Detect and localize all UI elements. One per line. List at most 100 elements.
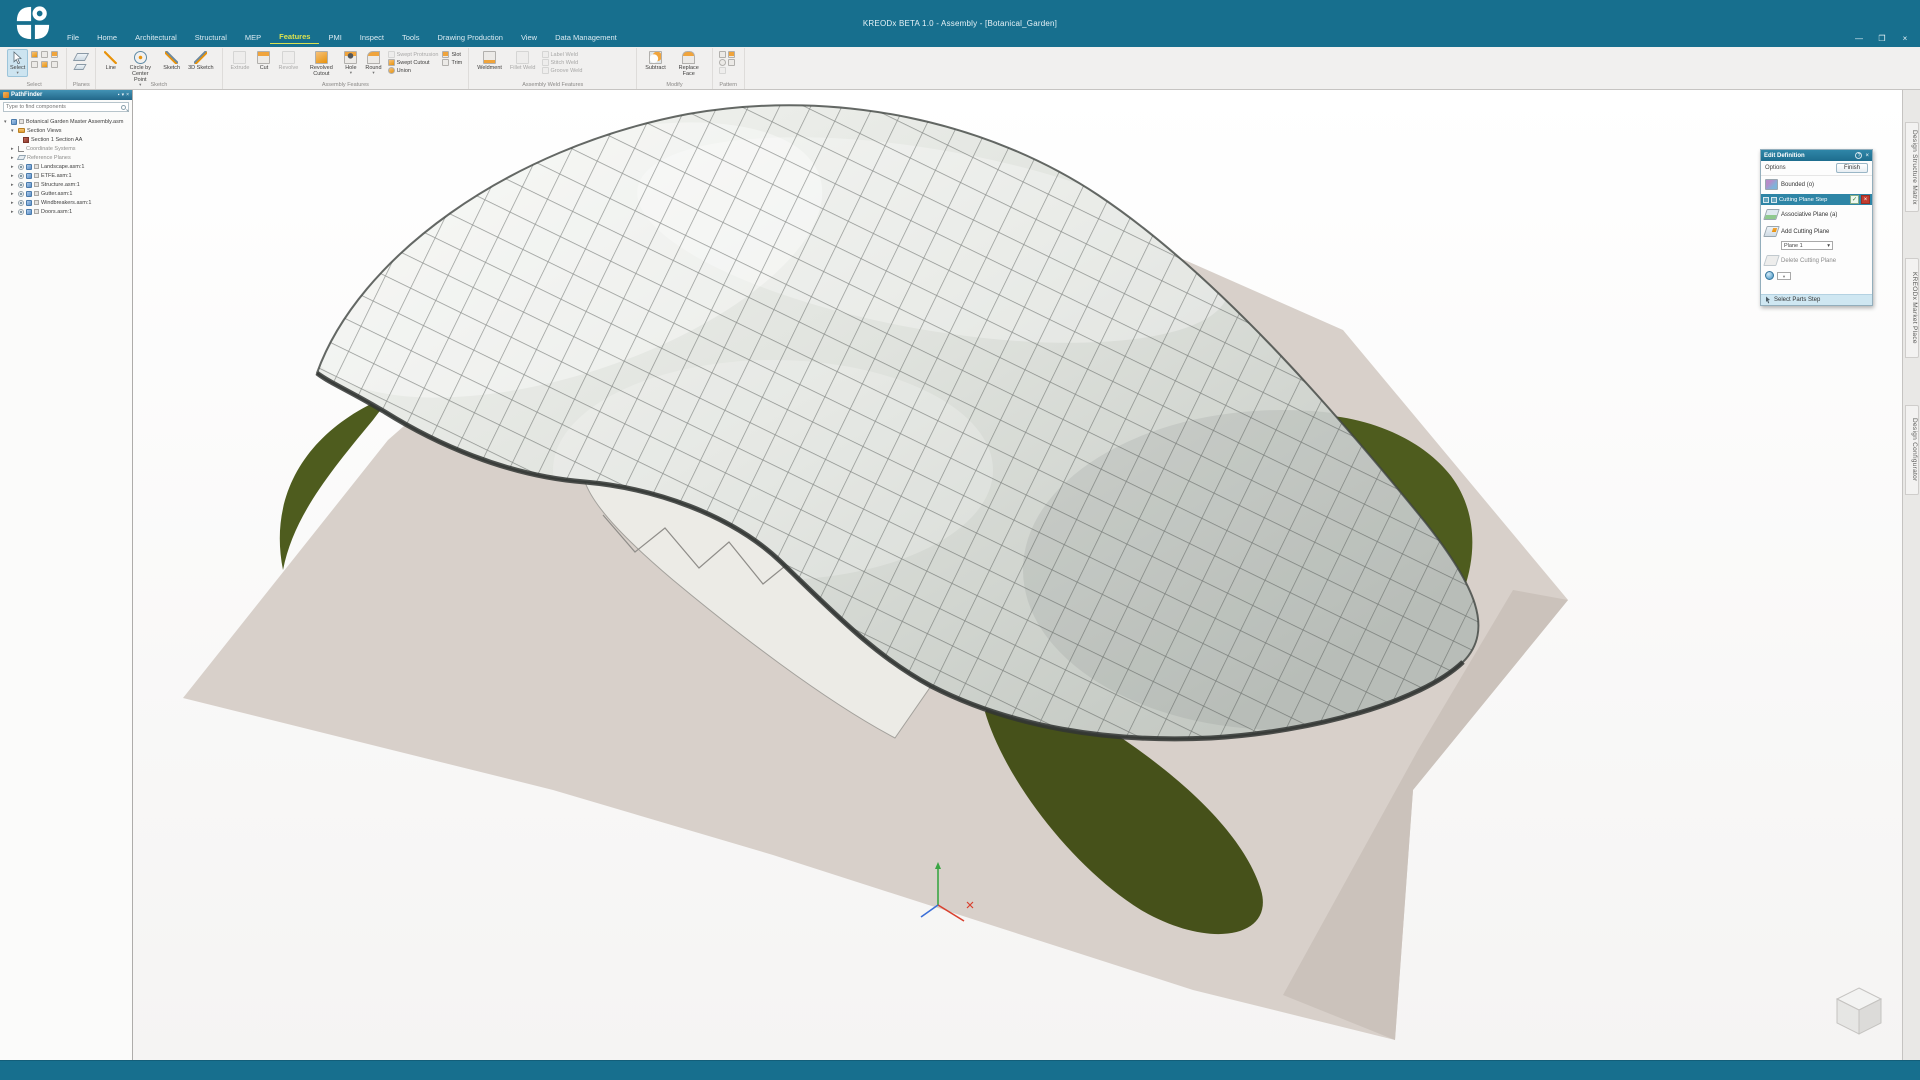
3d-sketch-button[interactable]: 3D Sketch (185, 49, 216, 73)
sphere-display-icon[interactable] (1765, 271, 1774, 280)
menu-features[interactable]: Features (270, 30, 319, 44)
menu-inspect[interactable]: Inspect (351, 31, 393, 44)
sketch-button[interactable]: Sketch (160, 49, 183, 73)
select-tool-icon[interactable] (51, 61, 58, 68)
menu-file[interactable]: File (58, 31, 88, 44)
visibility-icon[interactable] (18, 191, 24, 197)
view-cube[interactable] (1837, 988, 1881, 1034)
tree-item-windbreakers[interactable]: ▸ Windbreakers.asm:1 (2, 198, 132, 207)
tab-kreodx-market-place[interactable]: KREODx Market Place (1905, 258, 1919, 358)
display-option-dropdown[interactable]: ▾ (1777, 272, 1791, 280)
line-button[interactable]: Line (101, 49, 120, 73)
edit-definition-header[interactable]: Edit Definition ? × (1761, 150, 1872, 161)
tree-item-coordinate-systems[interactable]: ▸ Coordinate Systems (2, 144, 132, 153)
swept-cutout-button[interactable]: Swept Cutout (388, 59, 439, 66)
weldment-button[interactable]: Weldment (474, 49, 505, 73)
select-tool-icon[interactable] (41, 51, 48, 58)
plane-select-dropdown[interactable]: Plane 1 ▾ (1781, 241, 1833, 250)
expand-arrow-icon[interactable]: ▸ (11, 191, 16, 197)
close-button[interactable]: × (1900, 34, 1910, 43)
tree-item-root[interactable]: ▾ Botanical Garden Master Assembly.asm (2, 117, 132, 126)
associative-plane-row[interactable]: Associative Plane (a) (1761, 206, 1872, 223)
tree-item-gutter[interactable]: ▸ Gutter.asm:1 (2, 189, 132, 198)
bounded-row[interactable]: Bounded (o) (1761, 176, 1872, 193)
replace-face-button[interactable]: Replace Face (671, 49, 707, 79)
search-input[interactable] (6, 104, 121, 110)
pattern-tool-button[interactable] (719, 59, 735, 66)
pattern-tool-button[interactable] (719, 51, 735, 58)
visibility-icon[interactable] (18, 173, 24, 179)
menu-view[interactable]: View (512, 31, 546, 44)
menu-drawing-production[interactable]: Drawing Production (428, 31, 511, 44)
minimize-button[interactable]: — (1854, 34, 1864, 43)
revolved-cutout-button[interactable]: Revolved Cutout (303, 49, 339, 79)
plane-icon[interactable] (74, 64, 87, 70)
expand-arrow-icon[interactable]: ▾ (11, 128, 16, 134)
extrude-button[interactable]: Extrude (228, 49, 253, 73)
restore-button[interactable]: ❐ (1877, 34, 1887, 43)
label-weld-button[interactable]: Label Weld (542, 51, 583, 58)
expand-arrow-icon[interactable]: ▸ (11, 182, 16, 188)
expand-arrow-icon[interactable]: ▾ (4, 119, 9, 125)
tab-design-structure-matrix[interactable]: Design Structure Matrix (1905, 122, 1919, 212)
groove-weld-button[interactable]: Groove Weld (542, 67, 583, 74)
tree-item-section-1[interactable]: Section 1 Section AA (2, 135, 132, 144)
tree-item-reference-planes[interactable]: ▸ Reference Planes (2, 153, 132, 162)
visibility-icon[interactable] (18, 200, 24, 206)
tab-design-configurator[interactable]: Design Configurator (1905, 405, 1919, 495)
visibility-icon[interactable] (18, 182, 24, 188)
delete-cutting-plane-row[interactable]: Delete Cutting Plane (1761, 252, 1872, 269)
expand-arrow-icon[interactable]: ▸ (11, 200, 16, 206)
expand-arrow-icon[interactable]: ▸ (11, 155, 16, 161)
revolve-button[interactable]: Revolve (275, 49, 301, 73)
select-tool-icon[interactable] (31, 51, 38, 58)
union-button[interactable]: Union (388, 67, 439, 74)
finish-button[interactable]: Finish (1836, 163, 1868, 173)
cut-button[interactable]: Cut (254, 49, 273, 73)
menu-tools[interactable]: Tools (393, 31, 429, 44)
round-button[interactable]: Round ▾ (362, 49, 384, 77)
tree-item-etfe[interactable]: ▸ ETFE.asm:1 (2, 171, 132, 180)
menu-pmi[interactable]: PMI (319, 31, 350, 44)
help-icon[interactable]: ? (1855, 152, 1862, 159)
expand-arrow-icon[interactable]: ▸ (11, 209, 16, 215)
select-button[interactable]: Select ▾ (7, 49, 28, 77)
close-icon[interactable]: × (1865, 152, 1869, 160)
menu-architectural[interactable]: Architectural (126, 31, 186, 44)
cutting-plane-step-row[interactable]: Cutting Plane Step ✓ × (1761, 194, 1872, 205)
visibility-icon[interactable] (18, 209, 24, 215)
tree-item-landscape[interactable]: ▸ Landscape.asm:1 (2, 162, 132, 171)
subtract-button[interactable]: Subtract (642, 49, 668, 73)
swept-protrusion-button[interactable]: Swept Protrusion (388, 51, 439, 58)
pattern-tool-button[interactable] (719, 67, 735, 74)
chevron-down-icon[interactable]: ▾ (122, 92, 125, 98)
slot-button[interactable]: Slot (442, 51, 462, 58)
expand-arrow-icon[interactable]: ▸ (11, 164, 16, 170)
select-tool-icon[interactable] (51, 51, 58, 58)
pin-icon[interactable]: ▪ (118, 92, 120, 98)
menu-home[interactable]: Home (88, 31, 126, 44)
tree-item-doors[interactable]: ▸ Doors.asm:1 (2, 207, 132, 216)
menu-mep[interactable]: MEP (236, 31, 270, 44)
accept-button[interactable]: ✓ (1850, 195, 1859, 204)
3d-viewport[interactable]: Edit Definition ? × Options Finish Bound… (133, 90, 1902, 1060)
fillet-weld-button[interactable]: Fillet Weld (507, 49, 539, 73)
menu-data-management[interactable]: Data Management (546, 31, 626, 44)
expand-arrow-icon[interactable]: ▸ (11, 146, 16, 152)
hole-button[interactable]: Hole ▾ (341, 49, 360, 77)
visibility-icon[interactable] (18, 164, 24, 170)
tree-item-section-views[interactable]: ▾ Section Views (2, 126, 132, 135)
menu-structural[interactable]: Structural (186, 31, 236, 44)
cancel-button[interactable]: × (1861, 195, 1870, 204)
plane-icon[interactable] (73, 53, 89, 61)
select-tool-icon[interactable] (41, 61, 48, 68)
select-tool-icon[interactable] (31, 61, 38, 68)
expand-arrow-icon[interactable]: ▸ (11, 173, 16, 179)
stitch-weld-button[interactable]: Stitch Weld (542, 59, 583, 66)
trim-button[interactable]: Trim (442, 59, 462, 66)
options-button[interactable]: Options (1765, 165, 1786, 171)
tree-item-structure[interactable]: ▸ Structure.asm:1 (2, 180, 132, 189)
close-icon[interactable]: × (126, 92, 129, 98)
select-parts-step-row[interactable]: Select Parts Step (1761, 294, 1872, 305)
add-cutting-plane-row[interactable]: Add Cutting Plane (1761, 223, 1872, 240)
